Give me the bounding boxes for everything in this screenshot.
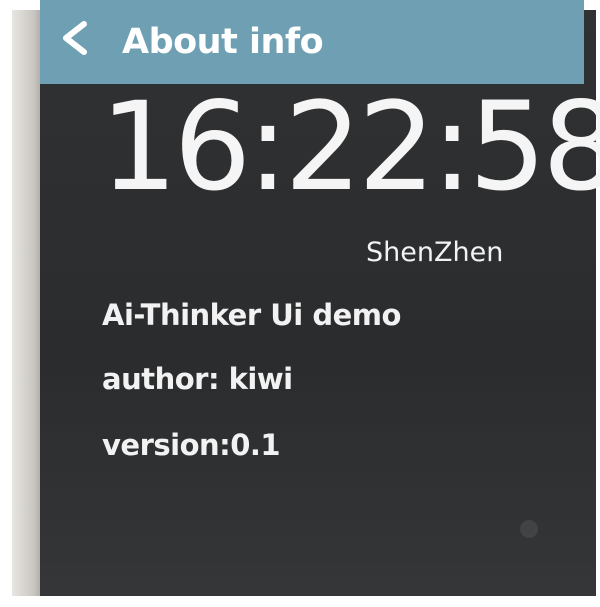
author-text: author: kiwi <box>102 362 293 396</box>
city-label: ShenZhen <box>366 237 504 268</box>
version-text: version:0.1 <box>102 428 281 462</box>
clock-time: 16:22:58 <box>100 76 600 218</box>
page-title: About info <box>122 22 324 62</box>
screen-glare-spot <box>520 520 538 538</box>
app-name-text: Ai-Thinker Ui demo <box>102 298 401 332</box>
chevron-left-icon[interactable] <box>52 16 92 60</box>
